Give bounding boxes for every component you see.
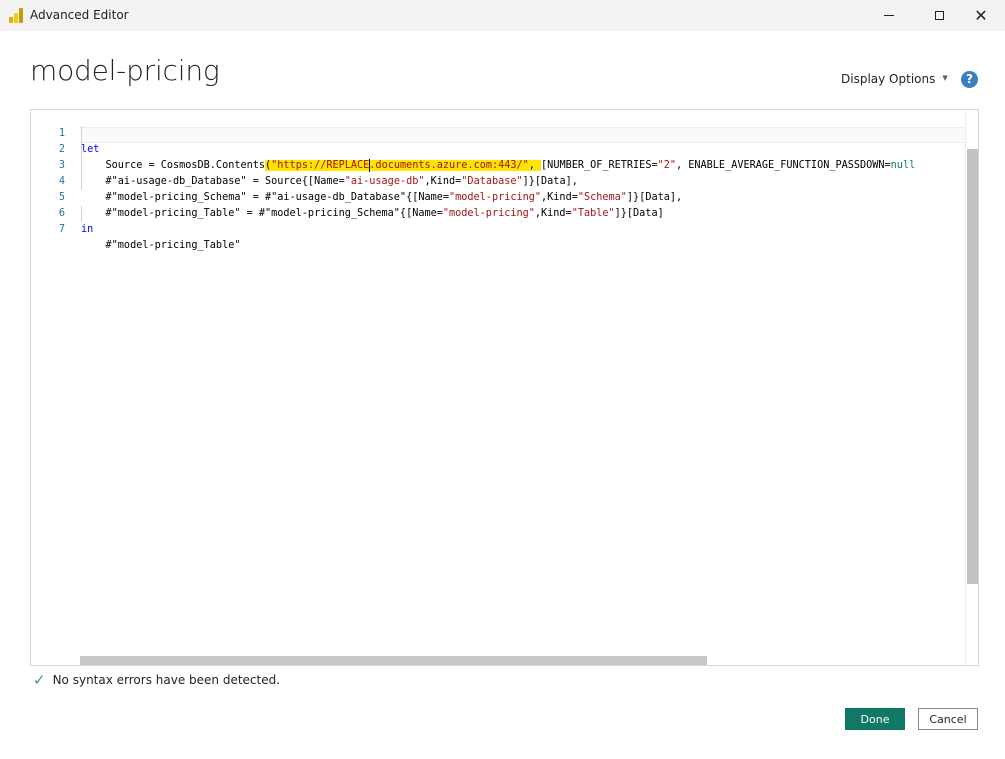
code-line: 3 #"ai-usage-db_Database" = Source{[Name… [31, 142, 578, 187]
code-line: 5 #"model-pricing_Table" = #"model-prici… [31, 174, 664, 219]
chevron-down-icon: ▼ [942, 74, 948, 82]
title-bar: Advanced Editor ✕ [0, 0, 1005, 31]
code-line: 7 #"model-pricing_Table" [31, 206, 241, 251]
code-text: let [81, 144, 100, 155]
vertical-scrollbar-thumb[interactable] [967, 149, 978, 584]
code-text: in [81, 224, 94, 235]
vertical-scrollbar[interactable] [965, 110, 978, 665]
code-line: 1 let [31, 110, 100, 155]
current-line-highlight [80, 127, 965, 143]
window-title: Advanced Editor [30, 8, 129, 22]
code-text: Source = CosmosDB.Contents("https://REPL… [81, 158, 916, 172]
code-editor[interactable]: 1 let 2 Source = CosmosDB.Contents("http… [30, 109, 979, 666]
close-icon: ✕ [974, 5, 988, 25]
horizontal-scrollbar-thumb[interactable] [80, 656, 707, 665]
query-name-title: model-pricing [30, 54, 220, 87]
done-button[interactable]: Done [845, 708, 905, 730]
code-line: 2 Source = CosmosDB.Contents("https://RE… [31, 126, 915, 172]
code-text: #"ai-usage-db_Database" = Source{[Name="… [81, 176, 578, 187]
power-bi-logo-icon [9, 8, 23, 23]
cancel-button[interactable]: Cancel [918, 708, 978, 730]
code-text: #"model-pricing_Table" = #"model-pricing… [81, 208, 664, 219]
minimize-icon [884, 15, 894, 16]
checkmark-icon: ✓ [33, 671, 46, 689]
code-line: 4 #"model-pricing_Schema" = #"ai-usage-d… [31, 158, 682, 203]
syntax-status-message: No syntax errors have been detected. [52, 673, 281, 687]
minimize-button[interactable] [866, 0, 912, 31]
horizontal-scrollbar[interactable] [80, 656, 965, 665]
maximize-icon [934, 11, 944, 20]
syntax-status: ✓ No syntax errors have been detected. [33, 671, 280, 689]
line-number: 7 [58, 224, 65, 235]
code-text: #"model-pricing_Schema" = #"ai-usage-db_… [81, 192, 683, 203]
close-button[interactable]: ✕ [958, 0, 1004, 31]
maximize-button[interactable] [916, 0, 962, 31]
display-options-label: Display Options [841, 72, 936, 86]
code-line: 6 in [31, 190, 93, 235]
code-text: #"model-pricing_Table" [81, 240, 241, 251]
display-options-dropdown[interactable]: Display Options ▼ [841, 72, 948, 86]
help-icon[interactable]: ? [961, 71, 978, 88]
